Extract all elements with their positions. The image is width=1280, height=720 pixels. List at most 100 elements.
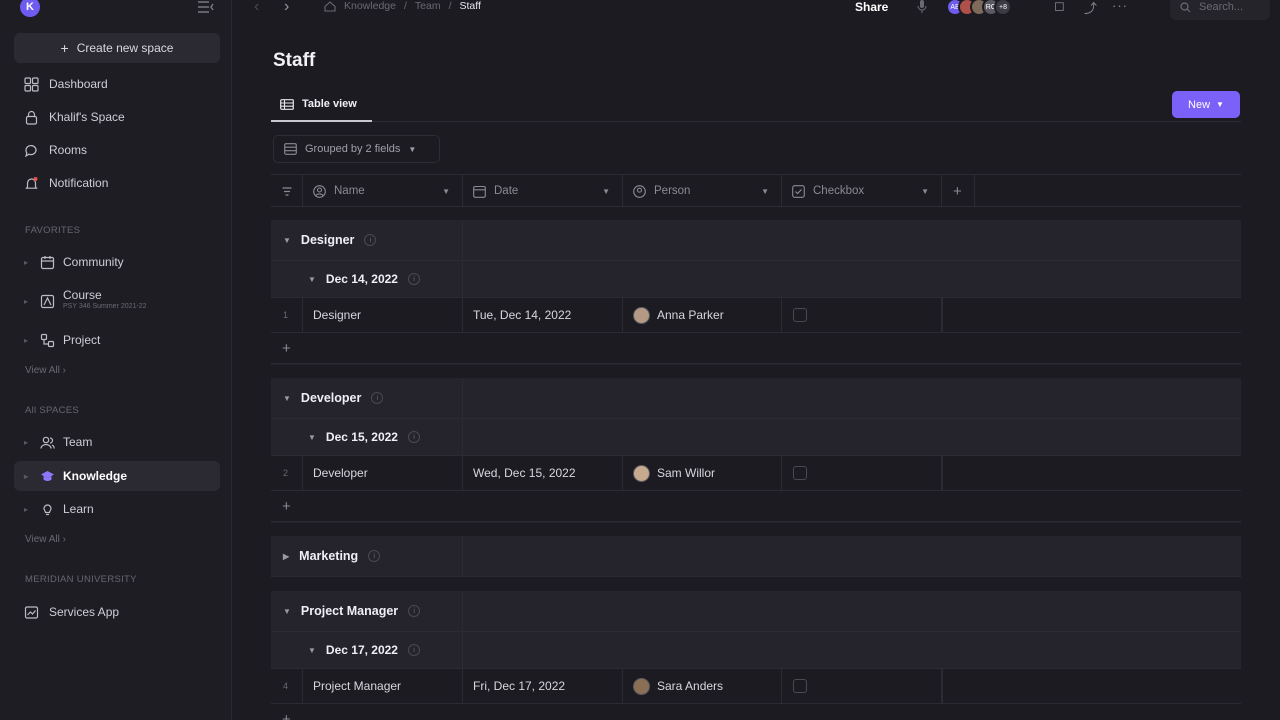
chevron-right-icon[interactable]: ▸ [24, 438, 32, 447]
new-button[interactable]: New ▼ [1172, 91, 1240, 118]
caret-down-icon[interactable]: ▼ [761, 187, 769, 196]
subgroup-header[interactable]: ▼ Dec 14, 2022 i [271, 261, 463, 297]
chevron-down-icon[interactable]: ▼ [283, 236, 291, 245]
chevron-right-icon[interactable]: ▸ [24, 505, 32, 514]
cell-person[interactable]: Sam Willor [623, 456, 782, 490]
filter-column-icon[interactable] [271, 175, 303, 207]
cell-name[interactable]: Developer [303, 456, 463, 490]
nav-rooms[interactable]: Rooms [14, 135, 220, 165]
chevron-right-icon[interactable]: ▸ [24, 258, 32, 267]
space-knowledge[interactable]: ▸ Knowledge [14, 461, 220, 491]
column-header-person[interactable]: Person ▼ [623, 175, 782, 207]
favorite-course[interactable]: ▸ Course PSY 346 Summer 2021-22 [14, 286, 220, 316]
checkbox[interactable] [793, 308, 807, 322]
chevron-down-icon[interactable]: ▼ [308, 433, 316, 442]
table-row[interactable]: 4 Project Manager Fri, Dec 17, 2022 Sara… [271, 669, 1241, 704]
add-row-button[interactable]: + [271, 333, 1241, 364]
add-row-button[interactable]: + [271, 491, 1241, 522]
cell-person[interactable]: Anna Parker [623, 298, 782, 332]
nav-services-app[interactable]: Services App [14, 597, 220, 627]
space-team[interactable]: ▸ Team [14, 427, 220, 457]
caret-down-icon[interactable]: ▼ [442, 187, 450, 196]
favorite-community[interactable]: ▸ Community [14, 247, 220, 277]
collapse-sidebar-icon[interactable] [197, 0, 215, 14]
name-icon [313, 184, 326, 198]
cell-date[interactable]: Tue, Dec 14, 2022 [463, 298, 623, 332]
favorites-heading: FAVORITES [25, 225, 81, 236]
add-column-button[interactable]: + [942, 175, 975, 207]
row-number: 4 [271, 669, 303, 703]
column-header-date[interactable]: Date ▼ [463, 175, 623, 207]
chevron-down-icon[interactable]: ▼ [283, 394, 291, 403]
nav-label: Khalif's Space [49, 110, 125, 124]
caret-down-icon[interactable]: ▼ [921, 187, 929, 196]
column-header-name[interactable]: Name ▼ [303, 175, 463, 207]
nav-notification[interactable]: Notification [14, 168, 220, 198]
info-icon[interactable]: i [371, 392, 384, 404]
view-all-label: View All [25, 365, 60, 376]
info-icon[interactable]: i [408, 605, 421, 617]
nav-khalifs-space[interactable]: Khalif's Space [14, 102, 220, 132]
caret-down-icon[interactable]: ▼ [602, 187, 610, 196]
favorite-project[interactable]: ▸ Project [14, 325, 220, 355]
chevron-right-icon: › [62, 365, 66, 376]
info-icon[interactable]: i [364, 234, 377, 246]
project-icon [40, 333, 55, 347]
chat-icon [25, 144, 37, 157]
nav-label: Rooms [49, 143, 88, 157]
group-by-button[interactable]: Grouped by 2 fields ▼ [273, 135, 440, 163]
cell-date[interactable]: Wed, Dec 15, 2022 [463, 456, 623, 490]
add-row-button[interactable]: + [271, 704, 1241, 720]
view-all-spaces-link[interactable]: View All › [25, 534, 66, 545]
group-designer: ▼ Designer i ▼ Dec 14, 2022 i 1 Designer… [271, 220, 1241, 365]
group-header[interactable]: ▼ Designer i [271, 220, 463, 260]
info-icon[interactable]: i [407, 431, 420, 443]
plus-icon: + [282, 497, 291, 515]
cell-date[interactable]: Fri, Dec 17, 2022 [463, 669, 623, 703]
chevron-down-icon[interactable]: ▼ [308, 275, 316, 284]
row-number: 1 [271, 298, 303, 332]
view-all-favorites-link[interactable]: View All › [25, 365, 66, 376]
table-row[interactable]: 1 Designer Tue, Dec 14, 2022 Anna Parker [271, 298, 1241, 333]
cell-person[interactable]: Sara Anders [623, 669, 782, 703]
chevron-right-icon[interactable]: ▸ [24, 297, 32, 306]
plus-icon: + [953, 182, 962, 200]
checkbox[interactable] [793, 679, 807, 693]
chevron-right-icon[interactable]: ▸ [24, 472, 32, 481]
group-marketing: ▶ Marketing i [271, 536, 1241, 577]
info-icon[interactable]: i [407, 644, 420, 656]
column-label: Person [654, 185, 691, 197]
chevron-down-icon[interactable]: ▼ [308, 646, 316, 655]
chevron-down-icon[interactable]: ▼ [283, 607, 291, 616]
cell-name[interactable]: Project Manager [303, 669, 463, 703]
info-icon[interactable]: i [407, 273, 420, 285]
chevron-right-icon[interactable]: ▸ [24, 336, 32, 345]
space-learn[interactable]: ▸ Learn [14, 494, 220, 524]
team-icon [40, 436, 55, 449]
subgroup-header[interactable]: ▼ Dec 17, 2022 i [271, 632, 463, 668]
workspace-avatar[interactable]: K [20, 0, 40, 17]
group-header[interactable]: ▼ Developer i [271, 378, 463, 418]
favorite-label: Community [63, 255, 124, 269]
group-header[interactable]: ▶ Marketing i [271, 536, 463, 576]
chevron-right-icon[interactable]: ▶ [283, 552, 289, 561]
subgroup-row: ▼ Dec 17, 2022 i [271, 632, 1241, 669]
group-header[interactable]: ▼ Project Manager i [271, 591, 463, 631]
subgroup-row: ▼ Dec 15, 2022 i [271, 419, 1241, 456]
group-by-label: Grouped by 2 fields [305, 143, 401, 155]
tab-table-view[interactable]: Table view [271, 88, 372, 122]
cell-divider [942, 298, 943, 332]
nav-dashboard[interactable]: Dashboard [14, 69, 220, 99]
checkbox[interactable] [793, 466, 807, 480]
table-row[interactable]: 2 Developer Wed, Dec 15, 2022 Sam Willor [271, 456, 1241, 491]
column-header-checkbox[interactable]: Checkbox ▼ [782, 175, 942, 207]
favorite-label: Project [63, 333, 101, 347]
sidebar: K + Create new space Dashboard Khalif's … [0, 0, 232, 720]
subgroup-header[interactable]: ▼ Dec 15, 2022 i [271, 419, 463, 455]
create-new-space-button[interactable]: + Create new space [14, 33, 220, 63]
cell-name[interactable]: Designer [303, 298, 463, 332]
info-icon[interactable]: i [368, 550, 381, 562]
group-title: Marketing [299, 549, 359, 563]
group-title: Developer [300, 391, 362, 405]
lock-icon [25, 110, 38, 125]
